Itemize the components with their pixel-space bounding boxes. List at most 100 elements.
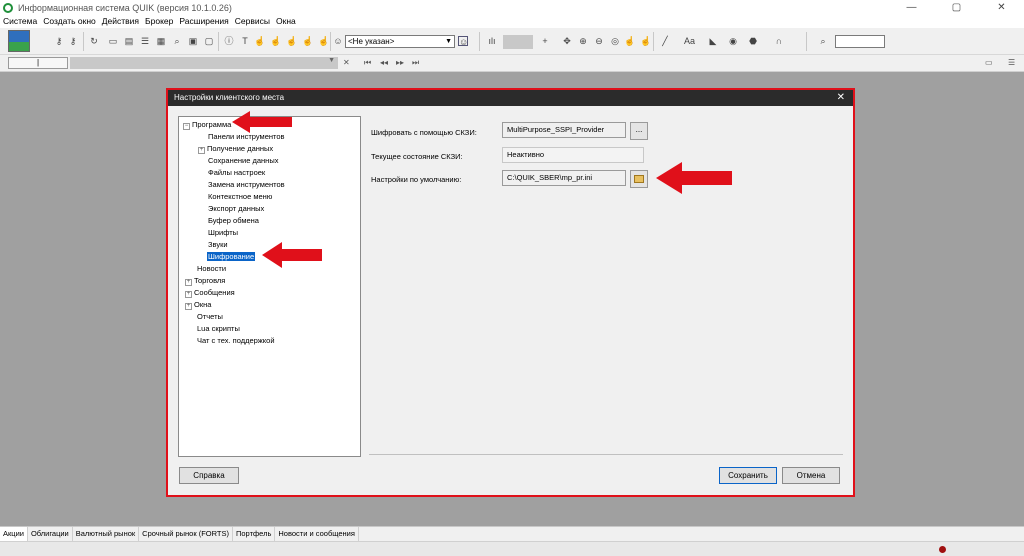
tree-item-data-export[interactable]: Экспорт данных: [208, 204, 264, 214]
expand-icon[interactable]: +: [185, 291, 192, 298]
interval-combo[interactable]: [503, 35, 533, 49]
portfolio-icon[interactable]: ▣: [188, 36, 198, 46]
account-select[interactable]: <Не указан> ▼: [345, 35, 455, 48]
close-window-button[interactable]: ✕: [979, 0, 1024, 15]
refresh-icon[interactable]: ↻: [89, 36, 99, 46]
search-window-icon[interactable]: ⌕: [172, 36, 182, 46]
tree-item-label: Сообщения: [194, 288, 235, 297]
expand-icon[interactable]: +: [185, 303, 192, 310]
first-icon[interactable]: ⏮: [364, 58, 371, 68]
tree-item-trading[interactable]: + Торговля: [185, 276, 225, 286]
tab-stocks[interactable]: Акции: [0, 527, 28, 541]
user-card-icon[interactable]: ☺: [458, 36, 468, 47]
tree-item-program[interactable]: − Программа: [183, 120, 231, 130]
hand-add-icon[interactable]: ☝: [286, 36, 297, 46]
menu-actions[interactable]: Действия: [99, 15, 142, 28]
tree-item-data-saving[interactable]: Сохранение данных: [208, 156, 278, 166]
font-tool-icon[interactable]: Aa: [684, 36, 695, 46]
minimize-button[interactable]: —: [889, 0, 934, 15]
tree-item-toolbars[interactable]: Панели инструментов: [208, 132, 285, 142]
list-icon[interactable]: ☰: [140, 36, 150, 46]
hand-settings-icon[interactable]: ☝: [302, 36, 313, 46]
visibility-icon[interactable]: ◉: [728, 36, 738, 46]
pan-hand-icon[interactable]: ☝: [624, 36, 635, 46]
tree-item-fonts[interactable]: Шрифты: [208, 228, 238, 238]
tab-forts[interactable]: Срочный рынок (FORTS): [139, 527, 233, 541]
tree-item-messages[interactable]: + Сообщения: [185, 288, 235, 298]
tree-item-settings-files[interactable]: Файлы настроек: [208, 168, 265, 178]
chart-window-icon[interactable]: ▦: [156, 36, 166, 46]
maximize-button[interactable]: ▢: [934, 0, 979, 15]
tree-item-windows[interactable]: + Окна: [185, 300, 211, 310]
zoom-in-icon[interactable]: ⊕: [578, 36, 588, 46]
tree-item-support-chat[interactable]: Чат с тех. поддержкой: [197, 336, 275, 346]
previous-icon[interactable]: ◂◂: [380, 58, 388, 67]
marker-icon[interactable]: ◣: [708, 36, 718, 46]
instrument-combo[interactable]: ▼: [70, 57, 338, 69]
zoom-fit-icon[interactable]: ◎: [610, 36, 620, 46]
stop-icon[interactable]: ⬣: [748, 36, 758, 46]
help-button[interactable]: Справка: [179, 467, 239, 484]
tree-item-news[interactable]: Новости: [197, 264, 226, 274]
crosshair-icon[interactable]: +: [540, 36, 550, 46]
last-icon[interactable]: ⏭: [412, 58, 419, 68]
hand-pointer-icon[interactable]: ☝: [640, 36, 651, 46]
tree-item-instrument-replace[interactable]: Замена инструментов: [208, 180, 285, 190]
table-icon[interactable]: ▤: [124, 36, 134, 46]
zoom-out-icon[interactable]: ⊖: [594, 36, 604, 46]
tree-item-label: Замена инструментов: [208, 180, 285, 189]
browse-file-button[interactable]: [630, 170, 648, 188]
tree-item-clipboard[interactable]: Буфер обмена: [208, 216, 259, 226]
save-button[interactable]: Сохранить: [719, 467, 777, 484]
tree-item-data-receiving[interactable]: + Получение данных: [198, 144, 273, 154]
clear-icon[interactable]: ✕: [343, 58, 350, 67]
bar-chart-icon[interactable]: ılı: [487, 36, 497, 46]
browse-provider-button[interactable]: ...: [630, 122, 648, 140]
info-icon[interactable]: ⓘ: [224, 36, 234, 46]
move-icon[interactable]: ✥: [562, 36, 572, 46]
dialog-title: Настройки клиентского места: [174, 93, 285, 102]
tree-item-sounds[interactable]: Звуки: [208, 240, 228, 250]
key-disconnect-icon[interactable]: ⚷: [68, 36, 78, 46]
expand-icon[interactable]: +: [185, 279, 192, 286]
instrument-field[interactable]: |: [8, 57, 68, 69]
tab-currency-market[interactable]: Валютный рынок: [73, 527, 140, 541]
search-input[interactable]: [835, 35, 885, 48]
tree-item-label: Окна: [194, 300, 212, 309]
hand-remove-icon[interactable]: ☝: [270, 36, 281, 46]
hand-icon[interactable]: ☝: [254, 36, 265, 46]
landscape-logo-icon[interactable]: [8, 30, 30, 52]
collapse-icon[interactable]: −: [183, 123, 190, 130]
order-icon[interactable]: ▢: [204, 36, 214, 46]
expand-icon[interactable]: +: [198, 147, 205, 154]
menu-windows[interactable]: Окна: [273, 15, 299, 28]
dialog-close-button[interactable]: ✕: [837, 90, 845, 106]
annotation-arrow-program: [232, 111, 292, 133]
search-icon[interactable]: ⌕: [818, 36, 828, 46]
window-icon[interactable]: ▭: [108, 36, 118, 46]
tab-bonds[interactable]: Облигации: [28, 527, 73, 541]
menu-broker[interactable]: Брокер: [142, 15, 176, 28]
line-tool-icon[interactable]: ╱: [660, 36, 670, 46]
menu-system[interactable]: Система: [0, 15, 40, 28]
tree-item-context-menu[interactable]: Контекстное меню: [208, 192, 272, 202]
tree-item-label: Сохранение данных: [208, 156, 279, 165]
next-icon[interactable]: ▸▸: [396, 58, 404, 67]
tree-item-reports[interactable]: Отчеты: [197, 312, 223, 322]
tree-item-encryption[interactable]: Шифрование: [207, 252, 256, 262]
text-icon[interactable]: T: [240, 36, 250, 46]
cancel-button[interactable]: Отмена: [782, 467, 840, 484]
tree-item-lua-scripts[interactable]: Lua скрипты: [197, 324, 240, 334]
comment-icon[interactable]: ▭: [985, 58, 993, 67]
key-icon[interactable]: ⚷: [54, 36, 64, 46]
magnet-icon[interactable]: ∩: [774, 36, 784, 46]
menu-icon[interactable]: ☰: [1008, 58, 1015, 67]
tab-portfolio[interactable]: Портфель: [233, 527, 276, 541]
hand-info-icon[interactable]: ☝: [318, 36, 329, 46]
menu-extensions[interactable]: Расширения: [176, 15, 231, 28]
menu-services[interactable]: Сервисы: [232, 15, 273, 28]
default-settings-field[interactable]: C:\QUIK_SBER\mp_pr.ini: [502, 170, 626, 186]
crypto-provider-field[interactable]: MultiPurpose_SSPI_Provider: [502, 122, 626, 138]
menu-create-window[interactable]: Создать окно: [40, 15, 99, 28]
tab-news-messages[interactable]: Новости и сообщения: [275, 527, 359, 541]
